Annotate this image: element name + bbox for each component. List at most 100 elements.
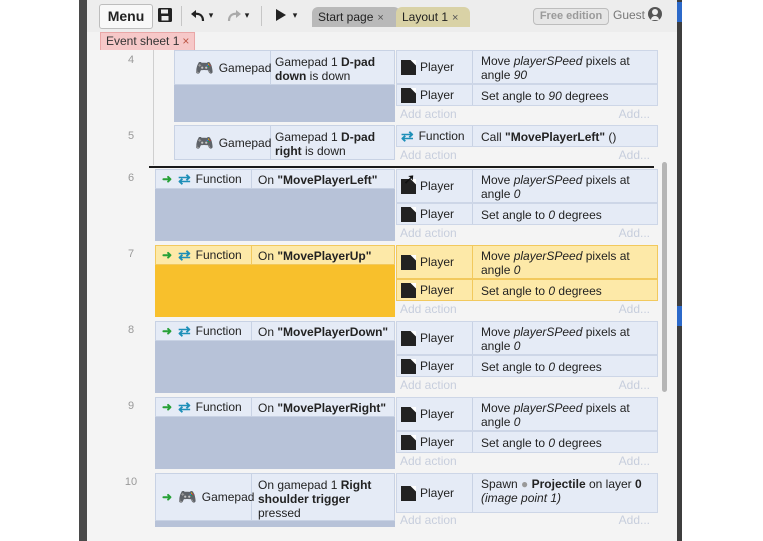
object-name: Function [195, 400, 242, 414]
free-edition-button[interactable]: Free edition [533, 8, 609, 25]
function-icon: ⇄ [401, 128, 414, 145]
tab-event-sheet-1[interactable]: Event sheet 1 × [100, 32, 196, 50]
action-text: Set angle to 0 degrees [481, 360, 602, 374]
action-text: Move playerSPeed pixels at angle 0 [481, 401, 630, 429]
condition-row[interactable]: ➜ ⇄ Function On "MovePlayerDown" [155, 321, 395, 341]
redo-icon[interactable] [225, 4, 243, 27]
condition-block[interactable]: ➜ ⇄ Function On "MovePlayerDown" [155, 321, 395, 393]
event-number: 4 [127, 54, 135, 66]
action-object: Player [397, 432, 473, 452]
player-sprite-icon [401, 59, 416, 75]
object-name: Function [195, 324, 242, 338]
condition-row[interactable]: 🎮 Gamepad Gamepad 1 D-pad down is down [174, 50, 395, 85]
event-number: 10 [124, 476, 138, 488]
action-row[interactable]: Player Set angle to 0 degrees [396, 355, 658, 377]
action-text: Set angle to 0 degrees [481, 436, 602, 450]
tab-layout-1[interactable]: Layout 1 × [396, 7, 470, 27]
condition-text: On gamepad 1 Right shoulder trigger pres… [258, 478, 372, 520]
action-row[interactable]: Player Move playerSPeed pixels at angle … [396, 397, 658, 431]
gamepad-icon: 🎮 [178, 489, 197, 506]
trigger-arrow-icon: ➜ [162, 248, 173, 262]
close-icon[interactable]: × [452, 12, 458, 24]
condition-block[interactable]: ➜ ⇄ Function On "MovePlayerRight" [155, 397, 395, 469]
play-dropdown-icon[interactable]: ▾ [291, 4, 299, 27]
condition-row[interactable]: ➜ ⇄ Function On "MovePlayerLeft" [155, 169, 395, 189]
action-text: Move playerSPeed pixels at angle 0 [481, 173, 630, 201]
add-action-link[interactable]: Add action Add... [400, 453, 658, 469]
action-row[interactable]: Player Move playerSPeed pixels at angle … [396, 169, 658, 203]
condition-row[interactable]: ➜ 🎮 Gamepad On gamepad 1 Right shoulder tr… [155, 473, 395, 521]
add-more-link[interactable]: Add... [619, 225, 650, 241]
add-action-link[interactable]: Add action Add... [400, 147, 658, 163]
object-name: Gamepad [218, 135, 272, 150]
add-more-link[interactable]: Add... [619, 301, 650, 317]
function-icon: ⇄ [178, 399, 191, 416]
action-row[interactable]: ⇄ Function Call "MovePlayerLeft" () [396, 125, 658, 147]
action-text: Move playerSPeed pixels at angle 0 [481, 325, 630, 353]
add-more-link[interactable]: Add... [619, 106, 650, 122]
action-row[interactable]: Player Move playerSPeed pixels at angle … [396, 245, 658, 279]
action-text: Spawn ● Projectile on layer 0 (image poi… [481, 477, 642, 505]
condition-block[interactable]: 🎮 Gamepad Gamepad 1 D-pad down is down [174, 50, 395, 122]
add-more-link[interactable]: Add... [619, 147, 650, 163]
add-action-link[interactable]: Add action Add... [400, 106, 658, 122]
undo-icon[interactable] [189, 4, 207, 27]
action-object: Player [397, 85, 473, 105]
condition-block[interactable]: ➜ 🎮 Gamepad On gamepad 1 Right shoulder tr… [155, 473, 395, 527]
action-row[interactable]: Player Spawn ● Projectile on layer 0 (im… [396, 473, 658, 513]
guest-label[interactable]: Guest [613, 8, 645, 22]
action-row[interactable]: Player Set angle to 0 degrees [396, 279, 658, 301]
condition-object: ➜ 🎮 Gamepad [156, 474, 255, 520]
trigger-arrow-icon: ➜ [162, 324, 173, 338]
action-object: Player [397, 246, 473, 278]
user-icon[interactable] [648, 7, 662, 21]
condition-block[interactable]: 🎮 Gamepad Gamepad 1 D-pad right is down [174, 125, 395, 160]
player-sprite-icon [401, 485, 416, 501]
trigger-arrow-icon: ➜ [162, 172, 173, 186]
action-row[interactable]: Player Move playerSPeed pixels at angle … [396, 50, 658, 84]
add-action-link[interactable]: Add action Add... [400, 225, 658, 241]
condition-block[interactable]: ➜ ⇄ Function On "MovePlayerLeft" [155, 169, 395, 241]
vertical-scrollbar[interactable] [662, 162, 667, 392]
condition-object: 🎮 Gamepad [175, 126, 271, 159]
condition-row[interactable]: ➜ ⇄ Function On "MovePlayerUp" [155, 245, 395, 265]
player-sprite-icon [401, 206, 416, 222]
player-sprite-icon [401, 254, 416, 270]
condition-text: On "MovePlayerUp" [258, 249, 372, 263]
action-text: Move playerSPeed pixels at angle 90 [481, 54, 630, 82]
add-more-link[interactable]: Add... [619, 512, 650, 528]
condition-object: ➜ ⇄ Function [156, 322, 252, 340]
action-object: Player [397, 204, 473, 224]
action-row[interactable]: Player Set angle to 0 degrees [396, 203, 658, 225]
undo-dropdown-icon[interactable]: ▾ [207, 4, 215, 27]
tab-start-page[interactable]: Start page × [312, 7, 400, 27]
condition-row[interactable]: ➜ ⇄ Function On "MovePlayerRight" [155, 397, 395, 417]
toolbar: Menu ▾ ▾ ▾ Start page × Layout 1 × Free ed… [87, 0, 677, 33]
player-sprite-icon [401, 406, 416, 422]
action-row[interactable]: Player Set angle to 0 degrees [396, 431, 658, 453]
add-action-link[interactable]: Add action Add... [400, 512, 658, 528]
close-icon[interactable]: × [182, 34, 189, 48]
menu-button[interactable]: Menu [99, 4, 153, 29]
tab-label: Start page [318, 10, 374, 24]
condition-row[interactable]: 🎮 Gamepad Gamepad 1 D-pad right is down [174, 125, 395, 160]
add-more-link[interactable]: Add... [619, 453, 650, 469]
condition-block[interactable]: ➜ ⇄ Function On "MovePlayerUp" [155, 245, 395, 317]
condition-text: On "MovePlayerLeft" [258, 173, 378, 187]
close-icon[interactable]: × [377, 12, 383, 24]
save-icon[interactable] [157, 4, 173, 27]
condition-object: ➜ ⇄ Function [156, 246, 252, 264]
add-more-link[interactable]: Add... [619, 377, 650, 393]
condition-object: ➜ ⇄ Function [156, 398, 252, 416]
redo-dropdown-icon[interactable]: ▾ [243, 4, 251, 27]
event-number: 8 [127, 324, 135, 336]
play-icon[interactable] [273, 4, 289, 27]
add-action-link[interactable]: Add action Add... [400, 377, 658, 393]
event-sheet: 4 🎮 Gamepad Gamepad 1 D-pad down is down … [87, 50, 677, 541]
action-row[interactable]: Player Set angle to 90 degrees [396, 84, 658, 106]
action-row[interactable]: Player Move playerSPeed pixels at angle … [396, 321, 658, 355]
add-action-link[interactable]: Add action Add... [400, 301, 658, 317]
object-name: Gamepad [201, 490, 255, 504]
action-object: Player [397, 398, 473, 430]
player-sprite-icon [401, 434, 416, 450]
